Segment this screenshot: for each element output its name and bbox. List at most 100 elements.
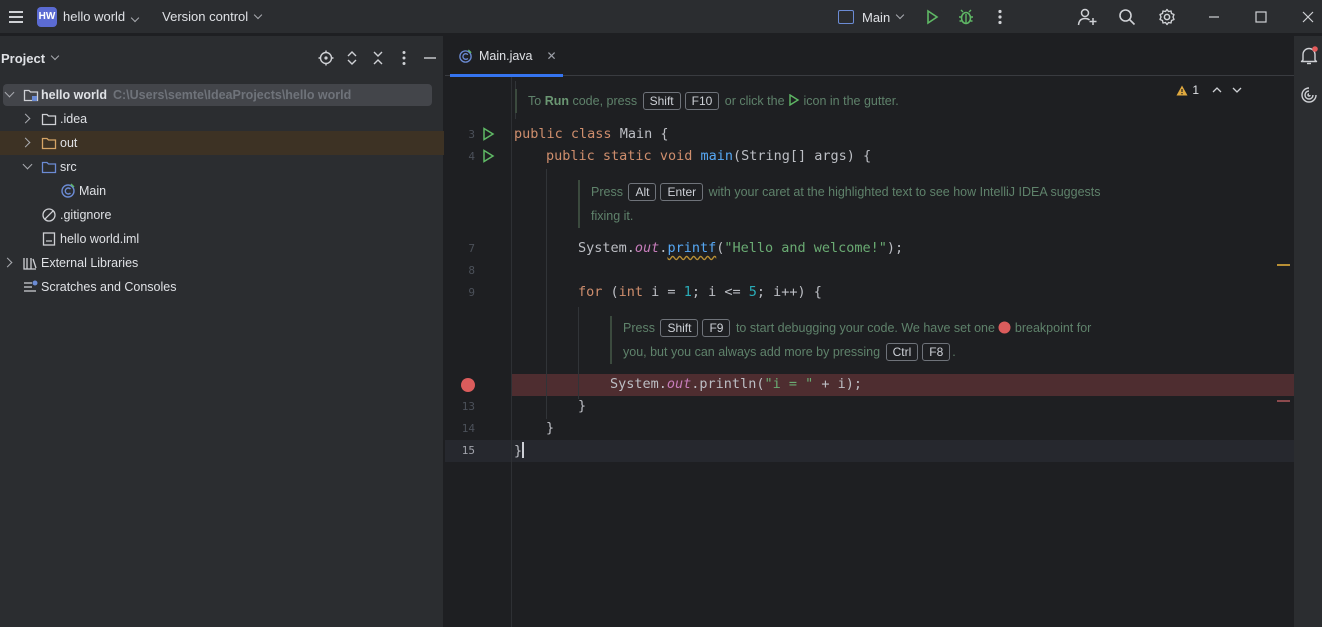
tree-item-iml[interactable]: hello world.iml — [0, 227, 444, 251]
tree-item-src[interactable]: src — [0, 155, 444, 179]
run-configuration-dropdown[interactable]: Main — [838, 7, 905, 27]
project-badge[interactable]: HW — [37, 6, 57, 27]
minimize-button[interactable] — [1204, 7, 1224, 27]
tree-item-label: Main — [79, 184, 107, 198]
kbd-enter: Enter — [660, 183, 704, 201]
chevron-right-icon[interactable] — [2, 257, 13, 268]
search-icon — [1119, 9, 1136, 26]
chevron-right-icon[interactable] — [20, 137, 31, 148]
scratches-icon — [24, 280, 38, 292]
expand-all-button[interactable] — [339, 48, 365, 68]
breakpoint-icon[interactable] — [461, 378, 475, 392]
warning-count: 1 — [1192, 83, 1199, 97]
collapse-all-icon — [373, 51, 383, 65]
chevron-right-icon[interactable] — [20, 113, 31, 124]
module-folder-icon — [23, 89, 39, 102]
java-class-icon — [459, 48, 472, 63]
maximize-icon — [1255, 11, 1267, 23]
line-number: 13 — [461, 400, 475, 413]
options-button[interactable] — [391, 48, 417, 68]
debug-button[interactable] — [956, 7, 976, 27]
close-window-button[interactable] — [1298, 7, 1318, 27]
tree-item-gitignore[interactable]: .gitignore — [0, 203, 444, 227]
minimize-icon — [1209, 16, 1219, 18]
iml-file-icon — [42, 232, 56, 246]
chevron-down-icon — [895, 10, 905, 20]
code-line-4: public static void main(String[] args) { — [546, 148, 872, 164]
chevron-down-icon[interactable] — [22, 159, 33, 170]
project-panel-header: Project — [0, 36, 443, 80]
maximize-button[interactable] — [1251, 7, 1271, 27]
tree-item-out[interactable]: out — [0, 131, 444, 155]
libraries-icon — [23, 258, 37, 270]
collapse-all-button[interactable] — [365, 48, 391, 68]
kbd-f9: F9 — [702, 319, 731, 337]
project-panel-title[interactable]: Project — [1, 51, 45, 66]
breakpoint-icon — [998, 321, 1011, 334]
tree-item-label: src — [60, 160, 77, 174]
kbd-alt: Alt — [628, 183, 657, 201]
chevron-up-icon[interactable] — [1212, 86, 1222, 94]
inspection-widget[interactable]: 1 — [1176, 83, 1242, 97]
warning-stripe-marker[interactable] — [1277, 264, 1290, 266]
kbd-shift: Shift — [660, 319, 699, 337]
code-line-7: System.out.printf("Hello and welcome!"); — [578, 240, 904, 256]
kbd-ctrl: Ctrl — [885, 343, 919, 361]
more-vertical-icon — [998, 9, 1002, 25]
line-number: 7 — [468, 242, 475, 255]
tree-item-idea[interactable]: .idea — [0, 107, 444, 131]
kbd-f10: F10 — [684, 92, 720, 110]
ignore-file-icon — [42, 208, 56, 222]
project-tool-window: Project hello world C:\Users\semte\IdeaPr… — [0, 36, 444, 627]
code-line-14: } — [546, 420, 555, 436]
ai-assistant-icon[interactable] — [1300, 86, 1318, 104]
tree-item-hello-world[interactable]: hello world C:\Users\semte\IdeaProjects\h… — [0, 83, 444, 107]
chevron-down-icon — [130, 13, 140, 23]
line-number: 8 — [468, 264, 475, 277]
run-gutter-icon[interactable] — [481, 149, 495, 163]
chevron-down-icon[interactable] — [1232, 86, 1242, 94]
tree-item-label: .idea — [60, 112, 88, 126]
run-icon — [927, 9, 939, 25]
run-button[interactable] — [922, 7, 942, 27]
code-line-9: for (int i = 1; i <= 5; i++) { — [578, 284, 822, 300]
bug-icon — [959, 9, 973, 25]
locate-icon — [318, 50, 334, 66]
kbd-f8: F8 — [922, 343, 951, 361]
project-name-dropdown[interactable]: hello world — [63, 9, 140, 24]
version-control-dropdown[interactable]: Version control — [162, 9, 263, 24]
run-gutter-icon[interactable] — [481, 127, 495, 141]
right-tool-strip — [1294, 36, 1322, 627]
source-folder-icon — [41, 161, 57, 174]
main-menu-icon[interactable] — [0, 0, 32, 33]
more-actions-button[interactable] — [990, 7, 1010, 27]
select-opened-file-button[interactable] — [313, 48, 339, 68]
settings-button[interactable] — [1157, 7, 1177, 27]
tree-item-label: Scratches and Consoles — [41, 280, 177, 294]
hide-panel-button[interactable] — [417, 48, 443, 68]
close-tab-icon[interactable]: ✕ — [547, 49, 557, 63]
tree-item-external-libraries[interactable]: External Libraries — [0, 251, 444, 275]
tree-item-path: C:\Users\semte\IdeaProjects\hello world — [112, 88, 352, 102]
notifications-icon[interactable] — [1300, 46, 1318, 66]
gear-icon — [1159, 8, 1175, 26]
code-with-me-button[interactable] — [1077, 7, 1097, 27]
search-button[interactable] — [1117, 7, 1137, 27]
tab-main-java[interactable]: Main.java ✕ — [448, 36, 563, 77]
tree-item-label: .gitignore — [60, 208, 112, 222]
tree-item-main[interactable]: Main — [0, 179, 444, 203]
tree-item-scratches[interactable]: Scratches and Consoles — [0, 275, 444, 299]
title-bar: HW hello world Version control Main — [0, 0, 1322, 33]
code-line-15: } — [514, 442, 524, 459]
code-editor[interactable]: 1 To Run code, press Shift F10 or click t… — [445, 77, 1294, 627]
excluded-folder-icon — [41, 137, 57, 150]
expand-all-icon — [347, 51, 357, 65]
chevron-down-icon[interactable] — [50, 51, 60, 61]
breakpoint-stripe-marker[interactable] — [1277, 400, 1290, 402]
add-user-icon — [1077, 8, 1097, 26]
line-number: 4 — [468, 150, 475, 163]
text-caret — [522, 442, 524, 458]
code-line-12: System.out.println("i = " + i); — [610, 376, 863, 392]
kbd-shift: Shift — [642, 92, 681, 110]
line-number: 3 — [468, 128, 475, 141]
